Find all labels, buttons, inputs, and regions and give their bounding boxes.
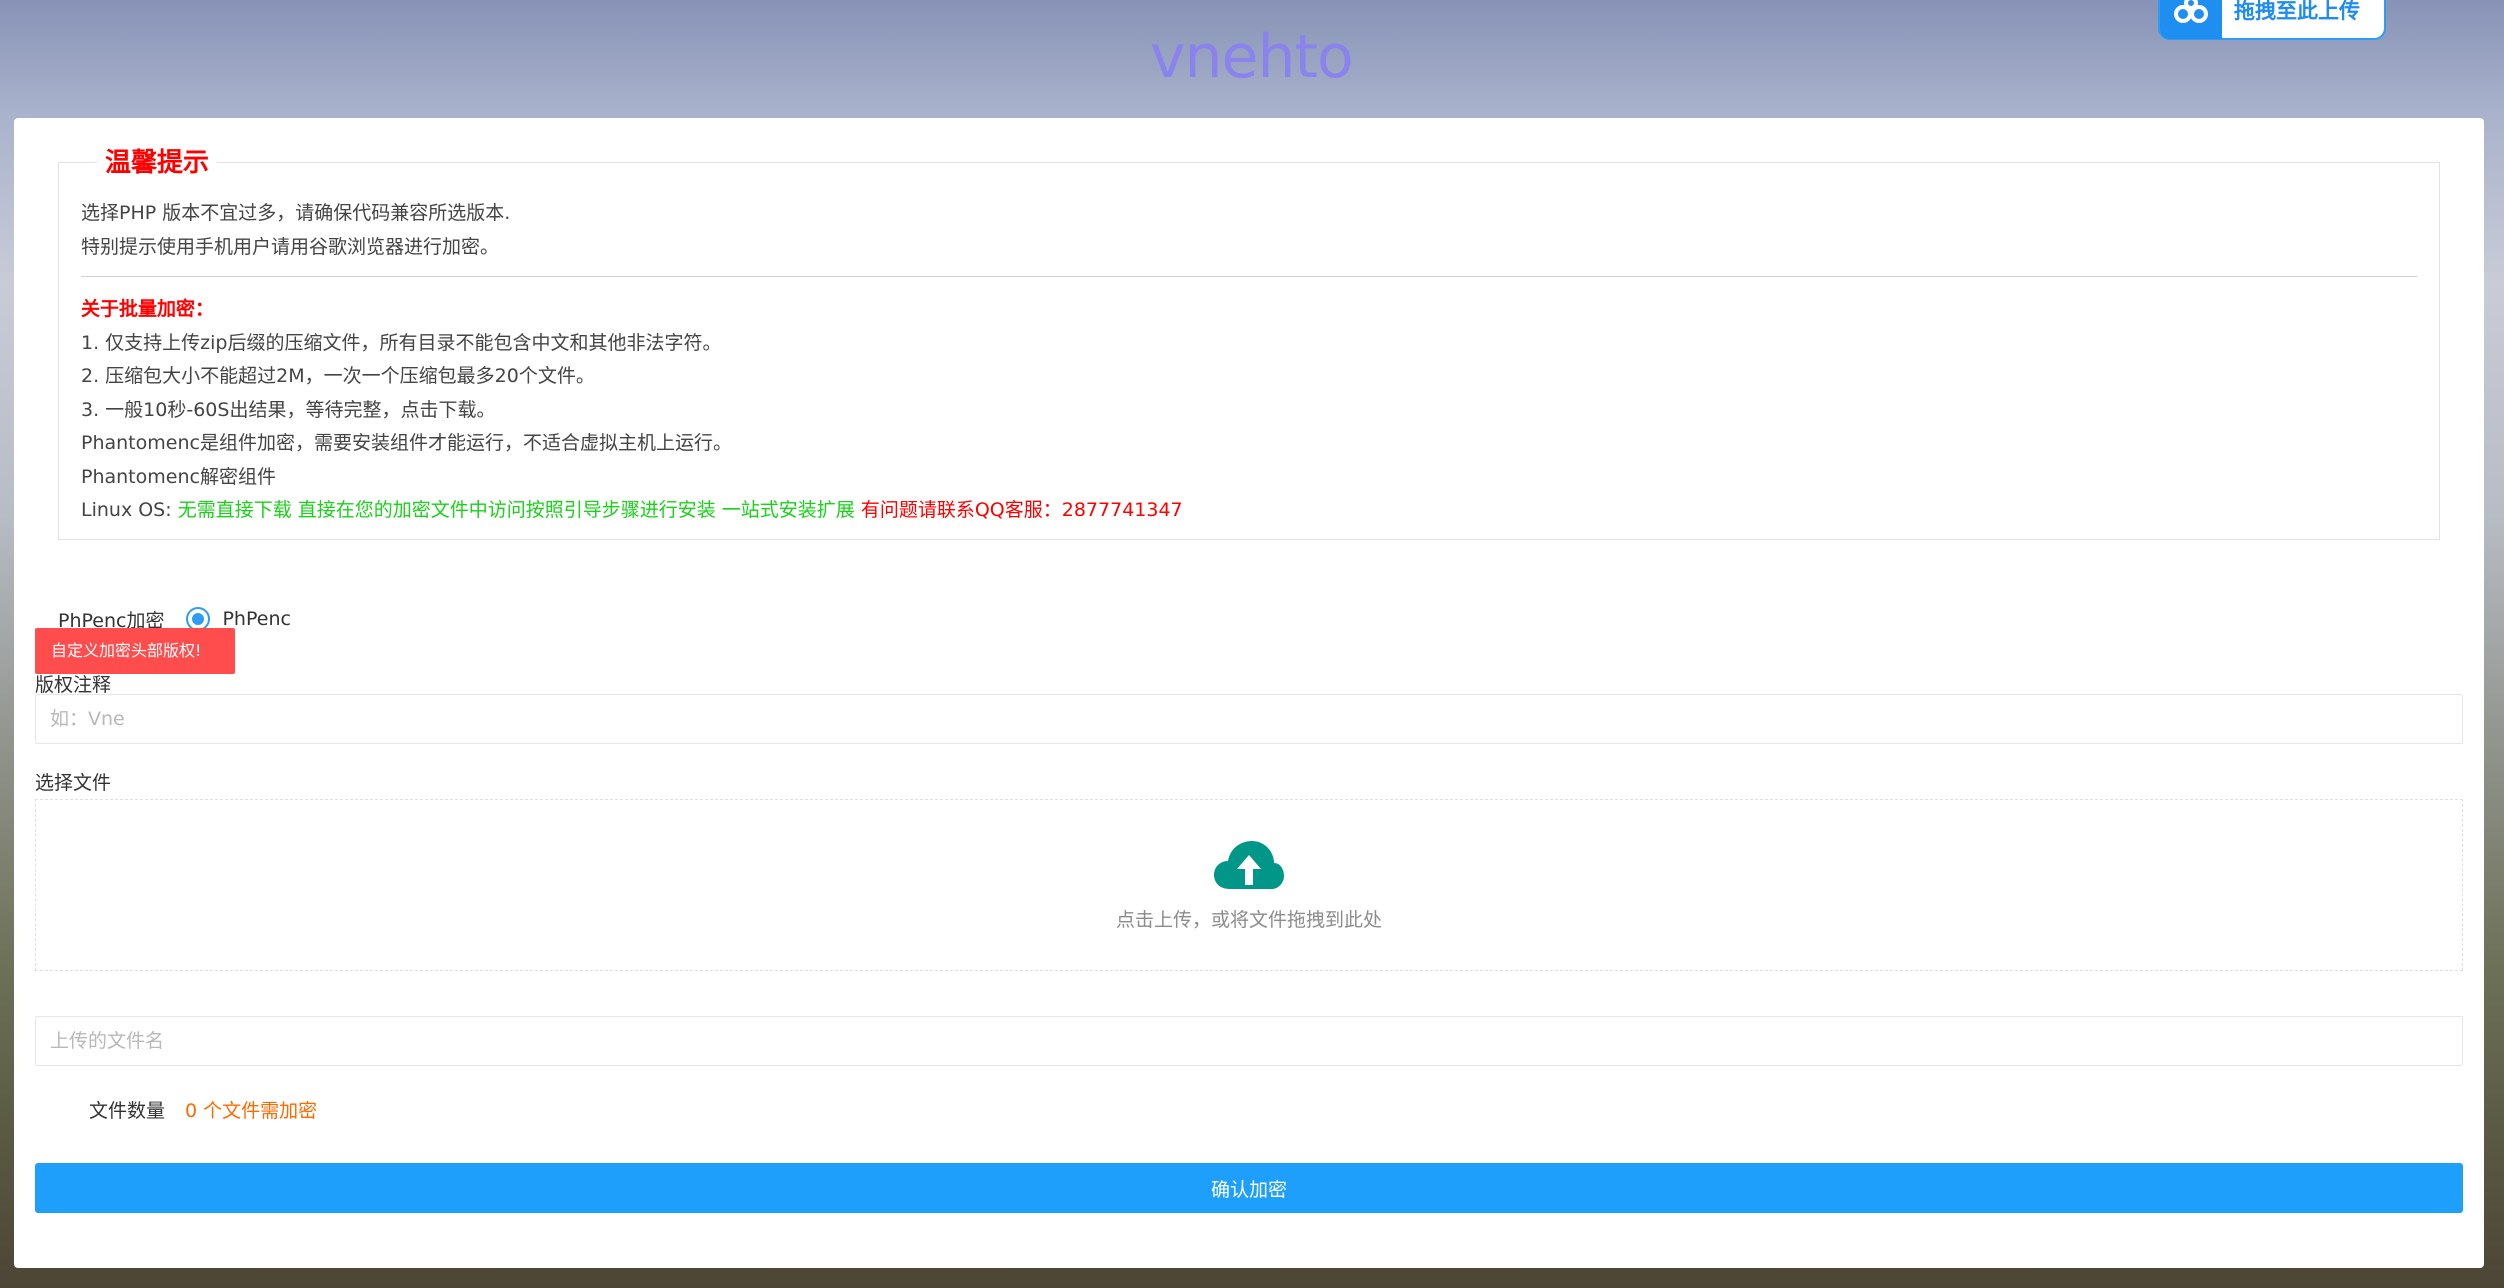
file-count-row: 文件数量 0 个文件需加密 [89, 1096, 317, 1123]
file-label: 选择文件 [35, 772, 112, 794]
main-card: 温馨提示 选择PHP 版本不宜过多，请确保代码兼容所选版本. 特别提示使用手机用… [14, 118, 2484, 1268]
tips-title: 温馨提示 [97, 147, 218, 179]
batch-line: 2. 压缩包大小不能超过2M，一次一个压缩包最多20个文件。 [81, 365, 595, 387]
batch-line: 1. 仅支持上传zip后缀的压缩文件，所有目录不能包含中文和其他非法字符。 [81, 331, 722, 354]
link-icon [2160, 0, 2222, 39]
divider [81, 276, 2417, 277]
tip-line: 特别提示使用手机用户请用谷歌浏览器进行加密。 [81, 235, 500, 258]
tip-line: 选择PHP 版本不宜过多，请确保代码兼容所选版本. [81, 202, 511, 224]
linux-install-link[interactable]: 无需直接下载 直接在您的加密文件中访问按照引导步骤进行安装 一站式安装扩展 [178, 499, 855, 521]
cloud-upload-icon [1212, 839, 1286, 895]
file-dropzone[interactable]: 点击上传，或将文件拖拽到此处 [35, 799, 2463, 971]
file-count-value: 0 个文件需加密 [185, 1100, 318, 1122]
filename-input[interactable] [35, 1016, 2463, 1066]
confirm-encrypt-button[interactable]: 确认加密 [35, 1163, 2463, 1213]
qq-support-text: 有问题请联系QQ客服：2877741347 [854, 499, 1183, 521]
copyright-tooltip: 自定义加密头部版权! [35, 628, 235, 674]
batch-line: 3. 一般10秒-60S出结果，等待完整，点击下载。 [81, 398, 496, 421]
drag-upload-label: 拖拽至此上传 [2234, 0, 2360, 23]
phantom-decrypt-link[interactable]: Phantomenc解密组件 [81, 461, 2417, 495]
file-count-label: 文件数量 [89, 1100, 166, 1122]
logo: vnehto [1150, 22, 1354, 92]
phantom-note: Phantomenc是组件加密，需要安装组件才能运行，不适合虚拟主机上运行。 [81, 432, 732, 454]
copyright-label: 版权注释 [35, 674, 112, 696]
batch-title: 关于批量加密： [81, 298, 215, 320]
drag-upload-badge[interactable]: 拖拽至此上传 [2158, 0, 2386, 40]
linux-line: Linux OS: 无需直接下载 直接在您的加密文件中访问按照引导步骤进行安装 … [81, 494, 2417, 528]
linux-label: Linux OS: [81, 499, 178, 521]
copyright-input[interactable] [35, 694, 2463, 744]
tips-panel: 温馨提示 选择PHP 版本不宜过多，请确保代码兼容所选版本. 特别提示使用手机用… [58, 147, 2440, 540]
dropzone-text: 点击上传，或将文件拖拽到此处 [1115, 908, 1382, 931]
phpenc-radio-label[interactable]: PhPenc [222, 608, 290, 630]
